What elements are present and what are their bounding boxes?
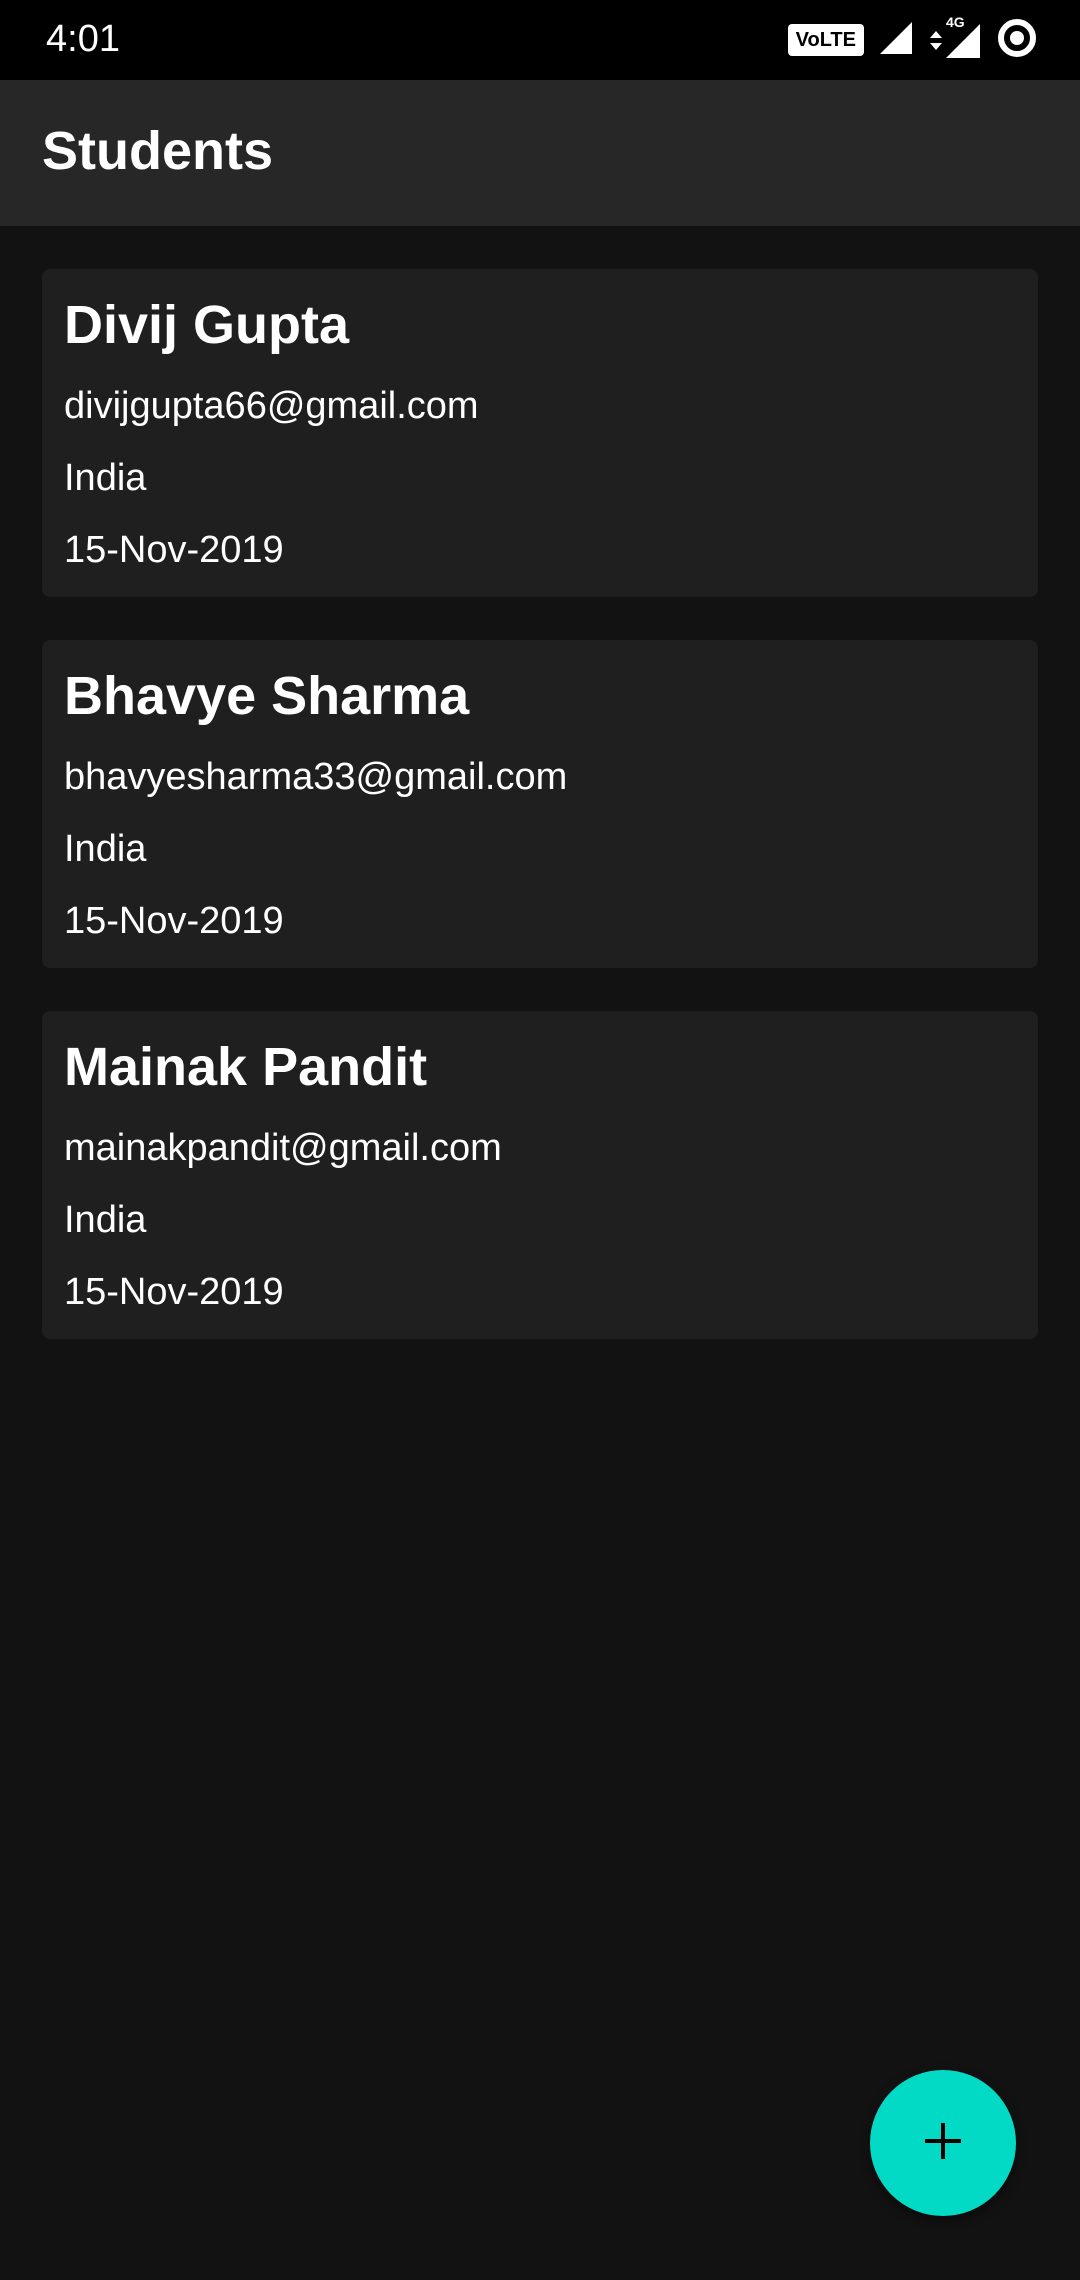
plus-icon <box>921 2119 965 2168</box>
student-email: bhavyesharma33@gmail.com <box>64 756 568 798</box>
student-country: India <box>64 457 147 499</box>
signal-4g-icon: 4G <box>928 14 982 62</box>
student-card[interactable]: Divij Gupta divijgupta66@gmail.com India… <box>42 269 1038 597</box>
status-bar: 4:01 VoLTE 4G <box>0 0 1080 80</box>
student-country: India <box>64 1199 147 1241</box>
student-date: 15-Nov-2019 <box>64 1271 284 1313</box>
app-bar: Students <box>0 80 1080 226</box>
add-student-button[interactable] <box>870 2070 1016 2216</box>
signal-icon <box>878 20 914 61</box>
student-name: Mainak Pandit <box>64 1037 428 1097</box>
student-name: Bhavye Sharma <box>64 666 470 726</box>
student-card[interactable]: Bhavye Sharma bhavyesharma33@gmail.com I… <box>42 640 1038 968</box>
student-country: India <box>64 828 147 870</box>
battery-ring-icon <box>996 17 1038 64</box>
student-card[interactable]: Mainak Pandit mainakpandit@gmail.com Ind… <box>42 1011 1038 1339</box>
student-date: 15-Nov-2019 <box>64 529 284 571</box>
student-email: mainakpandit@gmail.com <box>64 1127 502 1169</box>
student-email: divijgupta66@gmail.com <box>64 385 479 427</box>
student-date: 15-Nov-2019 <box>64 900 284 942</box>
student-list: Divij Gupta divijgupta66@gmail.com India… <box>42 269 1038 1382</box>
status-time: 4:01 <box>46 18 120 60</box>
network-type-label: 4G <box>946 14 965 30</box>
status-icons: VoLTE 4G <box>787 14 1038 64</box>
page-title: Students <box>42 121 274 181</box>
student-name: Divij Gupta <box>64 295 350 355</box>
volte-icon: VoLTE <box>787 24 864 56</box>
